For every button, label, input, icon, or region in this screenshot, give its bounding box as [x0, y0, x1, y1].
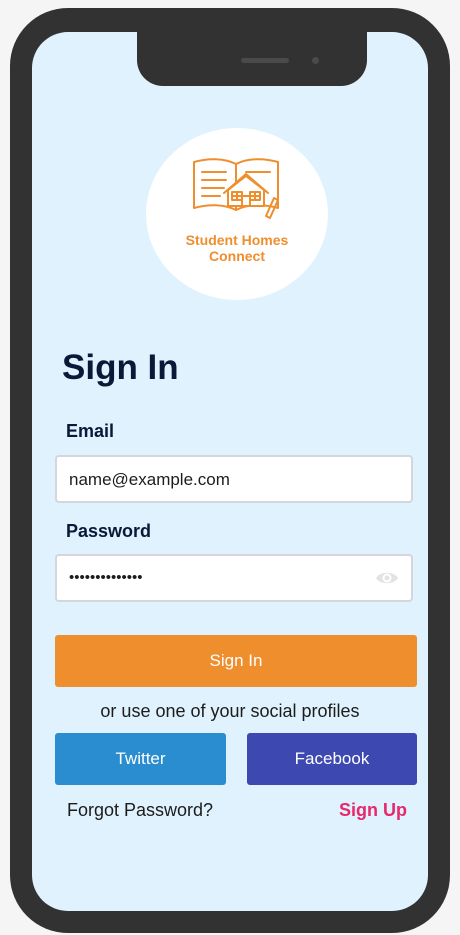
email-value: name@example.com	[69, 470, 230, 489]
phone-frame: Student Homes Connect Sign In Email name…	[10, 8, 450, 933]
password-value: ••••••••••••••	[69, 569, 143, 586]
app-logo: Student Homes Connect	[146, 128, 328, 300]
facebook-button[interactable]: Facebook	[247, 733, 417, 785]
forgot-password-link[interactable]: Forgot Password?	[67, 798, 213, 822]
screen: Student Homes Connect Sign In Email name…	[32, 32, 428, 911]
sign-in-button[interactable]: Sign In	[55, 635, 417, 687]
social-profiles-text: or use one of your social profiles	[100, 701, 360, 721]
email-label: Email	[66, 421, 115, 441]
eye-icon[interactable]	[375, 568, 399, 588]
book-house-icon	[193, 158, 279, 219]
twitter-button[interactable]: Twitter	[55, 733, 226, 785]
password-field[interactable]: ••••••••••••••	[55, 554, 413, 602]
password-label: Password	[66, 521, 152, 541]
logo-text: Student Homes Connect	[185, 232, 289, 264]
phone-notch	[137, 32, 367, 86]
email-field[interactable]: name@example.com	[55, 455, 413, 503]
sign-up-link[interactable]: Sign Up	[339, 798, 407, 822]
page-title: Sign In	[62, 348, 179, 387]
front-camera	[312, 57, 319, 64]
speaker-grille	[241, 58, 289, 63]
